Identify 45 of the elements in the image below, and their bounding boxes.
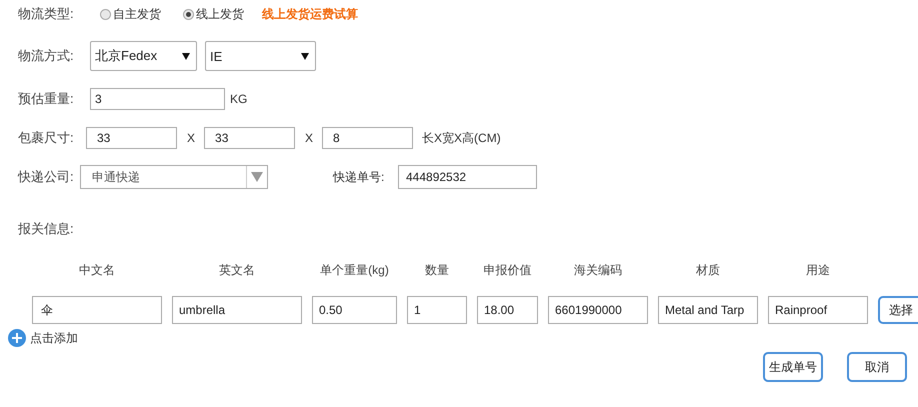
select-button[interactable]: 选择 xyxy=(878,296,918,324)
field-label: 物流方式: xyxy=(18,47,75,65)
field-label: 快递公司: xyxy=(18,168,75,186)
times-sign: X xyxy=(187,131,196,145)
radio-option[interactable]: 自主发货 xyxy=(100,6,161,22)
action-button[interactable]: 生成单号 xyxy=(763,352,823,382)
input-field[interactable]: 33 xyxy=(204,127,296,149)
add-link[interactable]: 点击添加 xyxy=(30,330,78,346)
unit-label: 长X宽X高(CM) xyxy=(422,130,501,146)
column-header: 中文名 xyxy=(78,262,116,279)
dropdown-arrow-icon xyxy=(182,52,190,60)
table-input[interactable]: umbrella xyxy=(172,296,302,324)
input-field[interactable]: 3 xyxy=(90,88,225,110)
table-input[interactable]: 伞 xyxy=(32,296,162,324)
table-input[interactable]: Rainproof xyxy=(768,296,868,324)
field-label: 包裹尺寸: xyxy=(18,129,75,147)
action-button[interactable]: 取消 xyxy=(847,352,907,382)
column-header: 英文名 xyxy=(218,262,256,279)
times-sign: X xyxy=(305,131,314,145)
input-field[interactable]: 33 xyxy=(86,127,177,149)
column-header: 材质 xyxy=(695,262,721,279)
column-header: 数量 xyxy=(424,262,450,279)
add-icon[interactable] xyxy=(8,329,26,347)
dropdown[interactable]: 申通快递 xyxy=(80,165,268,189)
section-label: 报关信息: xyxy=(18,220,75,238)
table-input[interactable]: 18.00 xyxy=(477,296,538,324)
column-header: 申报价值 xyxy=(482,262,532,279)
column-header: 单个重量(kg) xyxy=(319,262,390,279)
field-label: 快递单号: xyxy=(333,168,386,186)
field-label: 物流类型: xyxy=(18,5,75,23)
input-field[interactable]: 8 xyxy=(322,127,414,149)
dropdown[interactable]: 北京Fedex xyxy=(90,41,197,71)
field-label: 预估重量: xyxy=(18,90,75,108)
table-input[interactable]: 1 xyxy=(407,296,467,324)
input-field[interactable]: 444892532 xyxy=(398,165,537,189)
radio-option[interactable]: 线上发货 xyxy=(183,6,244,22)
dropdown-arrow-icon xyxy=(251,172,263,182)
table-input[interactable]: Metal and Tarp xyxy=(658,296,758,324)
table-input[interactable]: 6601990000 xyxy=(548,296,648,324)
dropdown[interactable]: IE xyxy=(205,41,316,71)
column-header: 用途 xyxy=(805,262,831,279)
table-input[interactable]: 0.50 xyxy=(312,296,397,324)
unit-label: KG xyxy=(230,92,248,106)
dropdown-arrow-icon xyxy=(301,52,309,60)
column-header: 海关编码 xyxy=(573,262,623,279)
